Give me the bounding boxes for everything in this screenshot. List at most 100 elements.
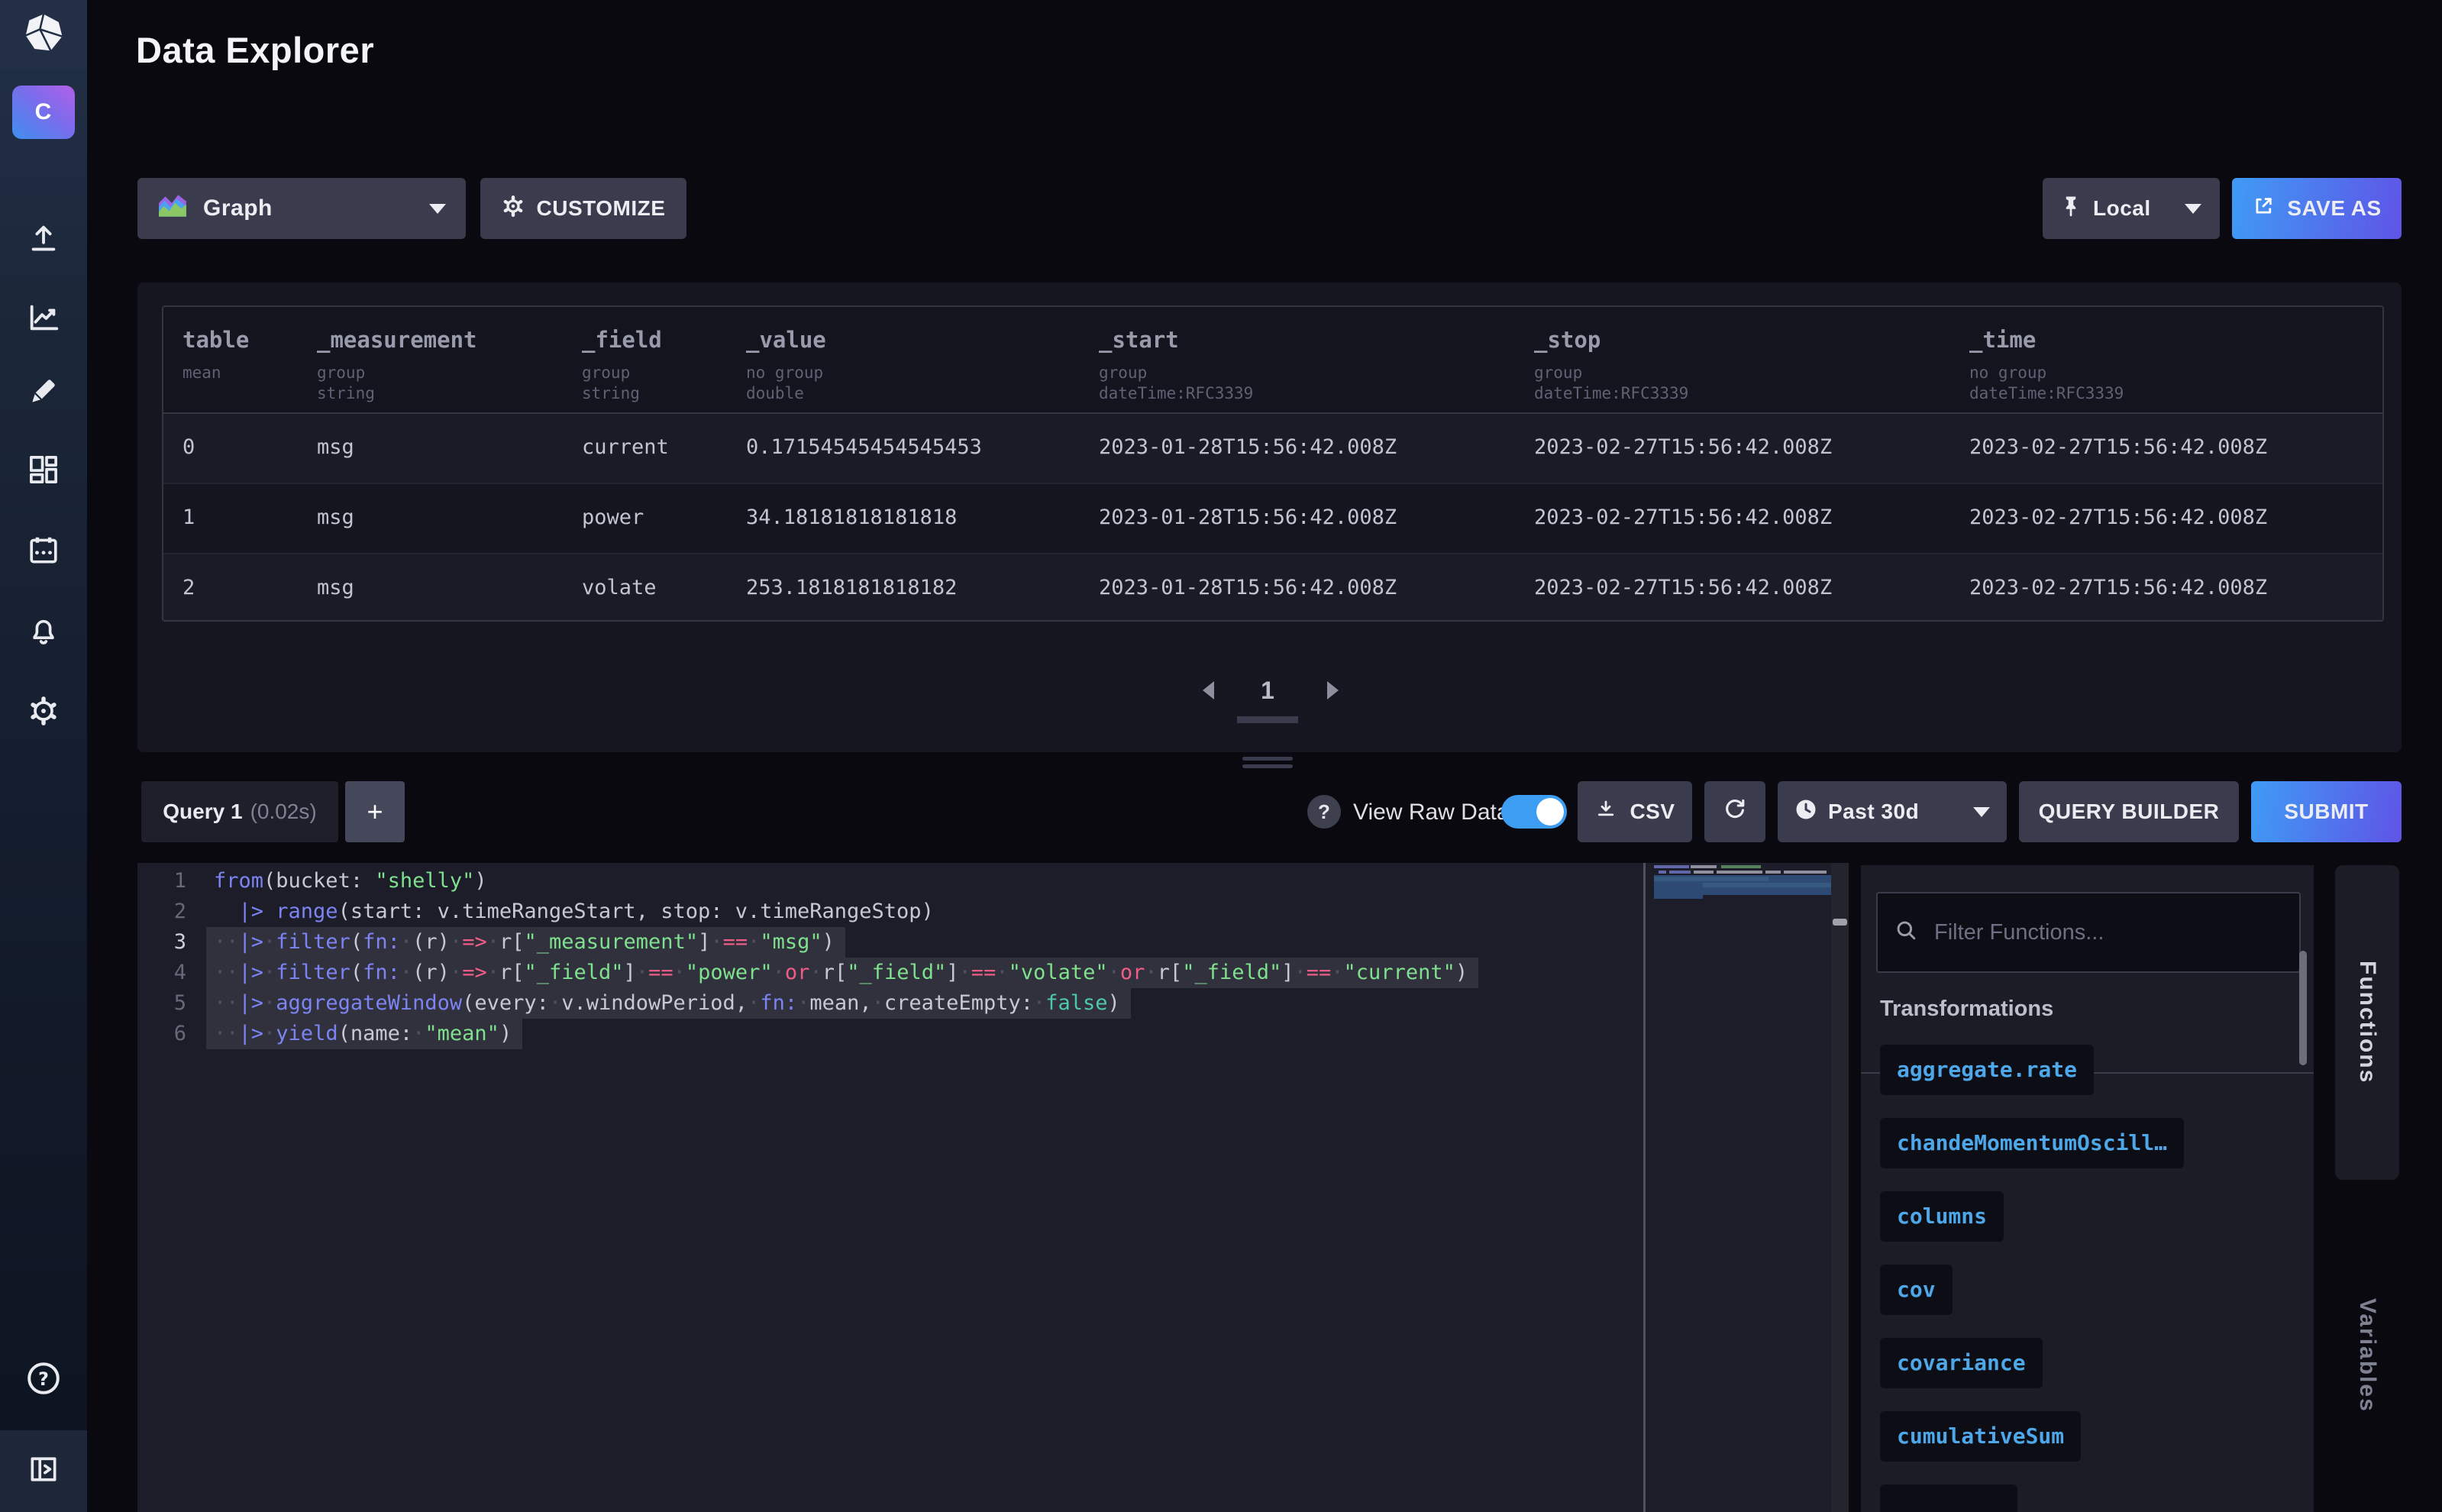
column-subtitle: group — [1534, 363, 1969, 383]
function-category-label: Transformations — [1880, 997, 2053, 1022]
functions-panel: Transformations aggregate.rate chandeMome… — [1861, 865, 2314, 1512]
table-body: 0msgcurrent0.171545454545454532023-01-28… — [163, 414, 2382, 622]
pagination-active-indicator — [1237, 716, 1298, 723]
avatar-letter: C — [35, 99, 53, 125]
table-cell: 2 — [183, 554, 317, 622]
table-row: 1msgpower34.181818181818182023-01-28T15:… — [163, 483, 2382, 553]
function-chip[interactable]: aggregate.rate — [1880, 1045, 2094, 1095]
account-avatar[interactable]: C — [12, 86, 75, 139]
function-chip[interactable]: cov — [1880, 1265, 1953, 1315]
function-chip[interactable] — [1880, 1485, 2017, 1512]
sidebar-item-tasks[interactable] — [0, 534, 87, 567]
tab-variables[interactable]: Variables — [2335, 1260, 2399, 1451]
customize-button[interactable]: CUSTOMIZE — [480, 178, 686, 239]
function-chip[interactable]: covariance — [1880, 1338, 2043, 1388]
sidebar-item-dashboards[interactable] — [0, 453, 87, 486]
table-column-header: _measurementgroupstring — [317, 307, 582, 412]
query-tab-duration: (0.02s) — [250, 800, 317, 824]
code-text: ··|>·filter(fn:·(r)·=>·r["_field"]·==·"p… — [206, 958, 1478, 988]
line-number: 1 — [137, 866, 206, 897]
editor-scrollbar[interactable] — [1831, 863, 1849, 1512]
sidebar-collapse-section[interactable] — [0, 1430, 87, 1512]
view-type-dropdown[interactable]: Graph — [137, 178, 466, 239]
table-column-header: _fieldgroupstring — [582, 307, 746, 412]
sidebar-item-settings[interactable] — [0, 694, 87, 728]
scope-dropdown[interactable]: Local — [2043, 178, 2220, 239]
scope-label: Local — [2093, 196, 2151, 221]
table-cell: 253.1818181818182 — [746, 554, 1099, 622]
editor-minimap[interactable] — [1654, 863, 1831, 1512]
plus-icon: + — [367, 796, 383, 828]
table-cell: 2023-02-27T15:56:42.008Z — [1969, 554, 2382, 622]
column-label: _measurement — [317, 307, 582, 353]
column-subtitle: double — [746, 383, 1099, 404]
column-subtitle: mean — [183, 363, 317, 383]
csv-download-button[interactable]: CSV — [1578, 781, 1692, 842]
svg-text:?: ? — [38, 1368, 49, 1390]
bell-icon — [27, 614, 60, 648]
expand-panel-icon — [27, 1452, 60, 1490]
function-chip[interactable]: cumulativeSum — [1880, 1411, 2081, 1462]
submit-button[interactable]: SUBMIT — [2251, 781, 2402, 842]
table-cell: power — [582, 484, 746, 553]
pagination-prev-button[interactable] — [1203, 681, 1214, 699]
table-column-header: _valueno groupdouble — [746, 307, 1099, 412]
toggle-knob — [1536, 798, 1564, 825]
submit-label: SUBMIT — [2284, 800, 2368, 824]
tab-variables-label: Variables — [2354, 1298, 2380, 1413]
tab-functions[interactable]: Functions — [2335, 865, 2399, 1180]
download-icon — [1594, 798, 1617, 826]
code-lines: 1from(bucket: "shelly")2 |> range(start:… — [137, 866, 1478, 1049]
code-text: ··|>·aggregateWindow(every:·v.windowPeri… — [206, 988, 1131, 1019]
functions-scrollbar-handle[interactable] — [2299, 951, 2307, 1065]
view-raw-data-toggle[interactable] — [1501, 795, 1567, 829]
column-subtitle: group — [582, 363, 746, 383]
panel-resize-handle[interactable] — [1242, 757, 1293, 768]
table-cell: 2023-01-28T15:56:42.008Z — [1099, 554, 1534, 622]
refresh-icon — [1722, 796, 1748, 828]
line-number: 6 — [137, 1019, 206, 1049]
tab-functions-label: Functions — [2354, 961, 2380, 1084]
function-search-box[interactable] — [1876, 892, 2301, 973]
gear-icon — [27, 694, 60, 728]
query-tab[interactable]: Query 1 (0.02s) — [141, 781, 338, 842]
view-type-label: Graph — [203, 195, 273, 221]
column-subtitle: string — [317, 383, 582, 404]
add-query-button[interactable]: + — [345, 781, 405, 842]
table-cell: 34.18181818181818 — [746, 484, 1099, 553]
function-chip[interactable]: columns — [1880, 1191, 2004, 1242]
flux-code-editor[interactable]: 1from(bucket: "shelly")2 |> range(start:… — [137, 863, 1849, 1512]
page-title: Data Explorer — [136, 29, 374, 71]
refresh-button[interactable] — [1704, 781, 1765, 842]
table-cell: msg — [317, 414, 582, 483]
sidebar: C — [0, 0, 87, 1512]
sidebar-item-data-explorer[interactable] — [0, 299, 87, 334]
table-cell: 2023-02-27T15:56:42.008Z — [1534, 554, 1969, 622]
sidebar-item-alerts[interactable] — [0, 614, 87, 648]
sidebar-item-notebooks[interactable] — [0, 374, 87, 408]
sidebar-item-help[interactable]: ? — [0, 1360, 87, 1397]
time-range-label: Past 30d — [1828, 800, 1919, 824]
function-chip[interactable]: chandeMomentumOscill… — [1880, 1118, 2184, 1168]
column-label: _stop — [1534, 307, 1969, 353]
table-cell: volate — [582, 554, 746, 622]
code-text: ··|>·yield(name:·"mean") — [206, 1019, 522, 1049]
query-builder-button[interactable]: QUERY BUILDER — [2019, 781, 2239, 842]
raw-data-help-icon[interactable]: ? — [1307, 795, 1341, 829]
save-as-button[interactable]: SAVE AS — [2232, 178, 2402, 239]
sidebar-item-upload[interactable] — [0, 221, 87, 257]
code-line: 3··|>·filter(fn:·(r)·=>·r["_measurement"… — [137, 927, 1478, 958]
function-search-input[interactable] — [1933, 919, 2282, 946]
table-row: 0msgcurrent0.171545454545454532023-01-28… — [163, 414, 2382, 483]
chevron-down-icon — [429, 204, 446, 214]
pagination-next-button[interactable] — [1327, 681, 1339, 699]
column-subtitle: group — [1099, 363, 1534, 383]
editor-scrollbar-handle[interactable] — [1833, 919, 1847, 926]
column-subtitle: dateTime:RFC3339 — [1099, 383, 1534, 404]
influxdb-logo-section[interactable] — [0, 0, 87, 69]
column-subtitle: dateTime:RFC3339 — [1969, 383, 2382, 404]
table-cell: current — [582, 414, 746, 483]
time-range-dropdown[interactable]: Past 30d — [1778, 781, 2007, 842]
line-chart-icon — [26, 299, 61, 334]
pagination-current-page[interactable]: 1 — [1237, 677, 1298, 705]
